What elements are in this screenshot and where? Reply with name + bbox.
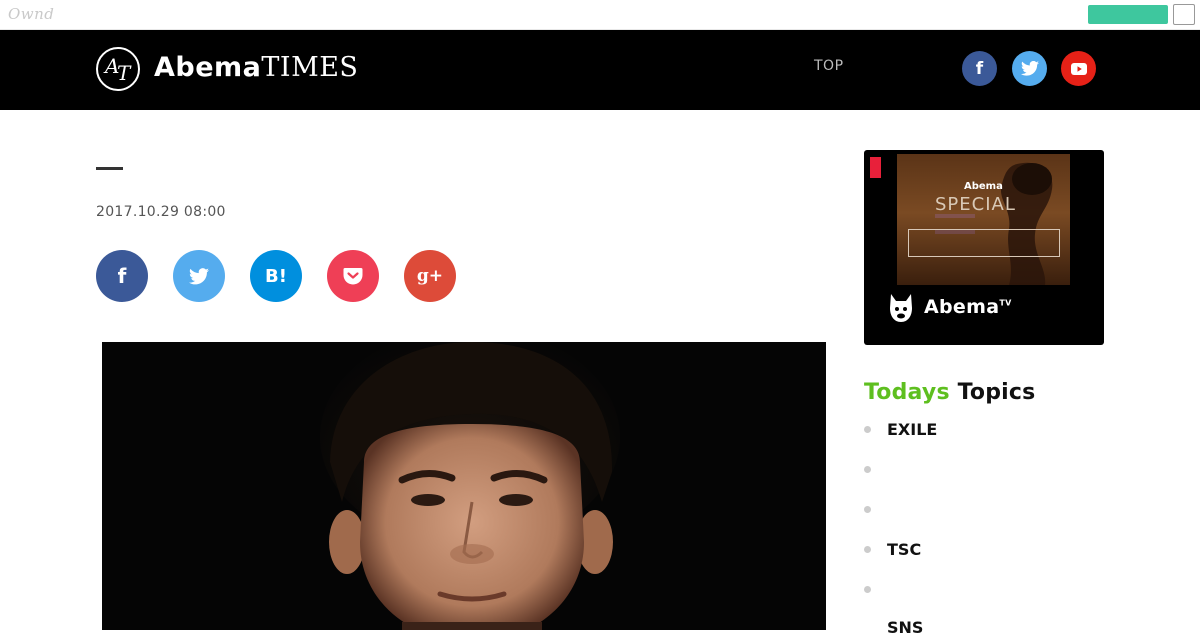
facebook-icon: f xyxy=(975,58,984,79)
nav-top-link[interactable]: TOP xyxy=(814,58,844,74)
site-header: A T AbemaTIMES TOP f xyxy=(0,30,1200,110)
share-twitter-button[interactable] xyxy=(173,250,225,302)
topic-item[interactable]: TSC xyxy=(864,540,1104,560)
heading-todays: Todays xyxy=(864,380,950,405)
todays-topics-heading: Todays Topics xyxy=(864,380,1035,405)
header-facebook-button[interactable]: f xyxy=(962,51,997,86)
ad-brand-logo: AbemaTV xyxy=(890,294,1012,322)
youtube-icon xyxy=(1070,62,1087,75)
topic-item[interactable]: EXILE xyxy=(864,420,1104,440)
ownd-bar: Ownd xyxy=(0,0,1200,30)
topic-item[interactable] xyxy=(864,460,1104,480)
ownd-menu-button[interactable] xyxy=(1173,4,1195,25)
ad-figure-image xyxy=(1000,162,1053,285)
ad-badge xyxy=(870,157,881,178)
topic-item[interactable] xyxy=(864,500,1104,520)
topic-item[interactable]: SNS xyxy=(864,618,1104,638)
share-googleplus-button[interactable]: g+ xyxy=(404,250,456,302)
header-youtube-button[interactable] xyxy=(1061,51,1096,86)
bullet-icon xyxy=(864,466,871,473)
bullet-icon xyxy=(864,586,871,593)
topic-label: EXILE xyxy=(887,420,938,439)
share-pocket-button[interactable] xyxy=(327,250,379,302)
share-facebook-button[interactable]: f xyxy=(96,250,148,302)
ad-abema-label: Abema xyxy=(964,181,1003,192)
logo-abema: Abema xyxy=(154,52,262,83)
site-logo-text[interactable]: AbemaTIMES xyxy=(154,52,358,83)
topic-label: TSC xyxy=(887,540,922,559)
facebook-icon: f xyxy=(117,264,127,288)
twitter-icon xyxy=(1020,61,1039,76)
ad-brand-abema: Abema xyxy=(924,296,1000,318)
heading-topics: Topics xyxy=(957,380,1036,405)
abema-mascot-icon xyxy=(890,294,912,322)
article-photo xyxy=(102,342,826,630)
twitter-icon xyxy=(189,267,209,284)
pocket-icon xyxy=(343,268,363,285)
hatena-icon: B! xyxy=(265,265,287,287)
article-date: 2017.10.29 08:00 xyxy=(96,204,226,220)
googleplus-icon: g+ xyxy=(416,266,444,286)
logo-times: TIMES xyxy=(261,52,359,83)
bullet-icon xyxy=(864,426,871,433)
ownd-follow-button[interactable] xyxy=(1088,5,1168,24)
topic-item[interactable] xyxy=(864,580,1104,600)
portrait-image xyxy=(102,342,826,630)
ad-special-label: SPECIAL xyxy=(935,194,1016,215)
ad-cta-box[interactable] xyxy=(908,229,1060,257)
bullet-icon xyxy=(864,546,871,553)
sidebar-ad-banner[interactable]: Abema SPECIAL AbemaTV xyxy=(864,150,1104,345)
topic-label: SNS xyxy=(887,618,924,637)
site-logo-mark[interactable]: A T xyxy=(96,47,140,91)
logo-mark-t: T xyxy=(117,61,131,85)
article-title xyxy=(96,167,123,170)
ownd-logo[interactable]: Ownd xyxy=(8,5,54,23)
header-twitter-button[interactable] xyxy=(1012,51,1047,86)
ad-visual: Abema SPECIAL xyxy=(897,154,1070,285)
bullet-icon xyxy=(864,506,871,513)
share-hatena-button[interactable]: B! xyxy=(250,250,302,302)
ad-brand-tv: TV xyxy=(999,298,1012,308)
